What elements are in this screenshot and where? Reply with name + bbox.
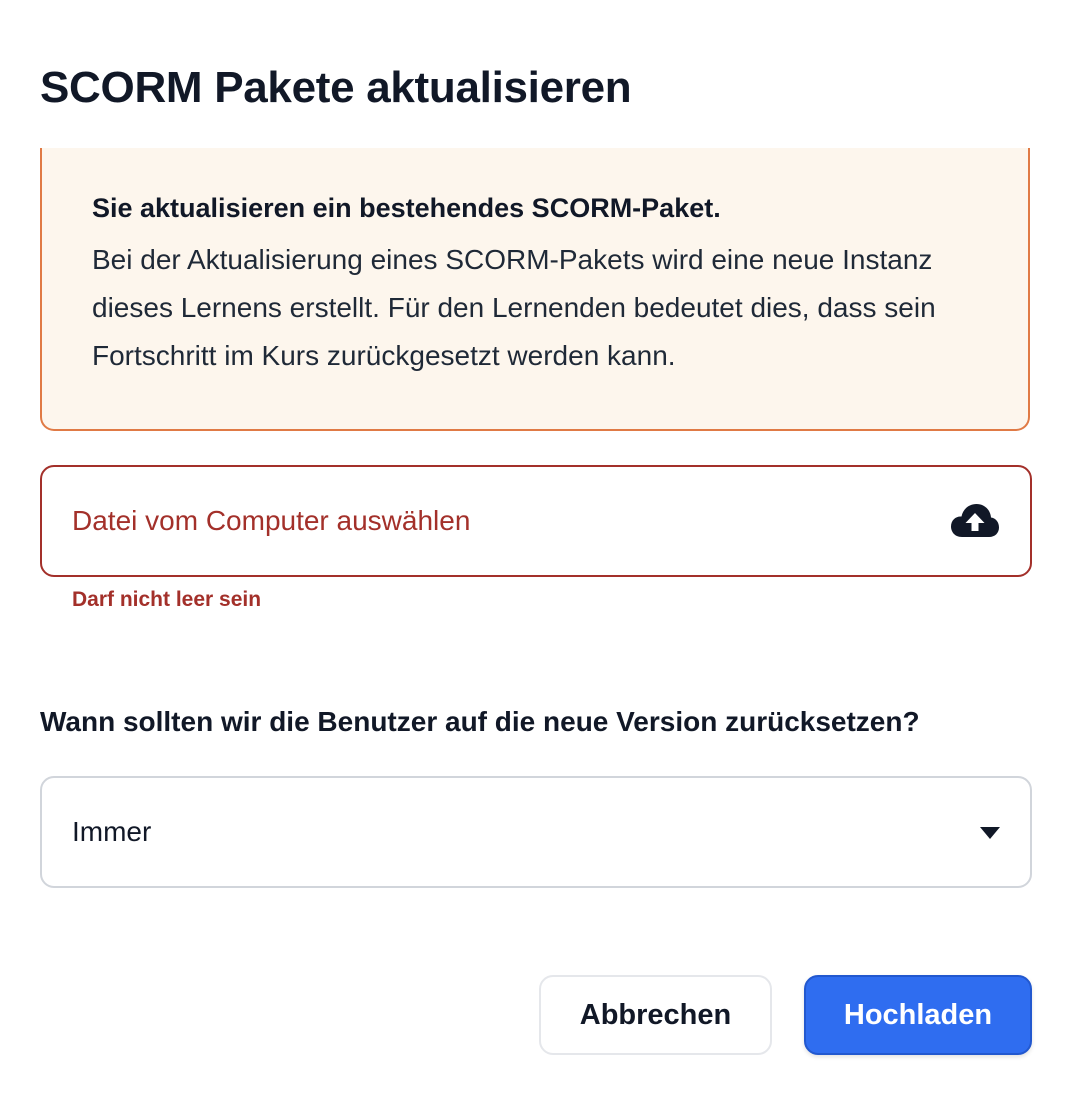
warning-heading: Sie aktualisieren ein bestehendes SCORM-… (92, 193, 721, 223)
file-error-message: Darf nicht leer sein (72, 588, 262, 611)
warning-body: Bei der Aktualisierung eines SCORM-Paket… (92, 244, 936, 371)
cloud-upload-icon[interactable] (950, 501, 1000, 541)
warning-callout: Sie aktualisieren ein bestehendes SCORM-… (40, 148, 1030, 431)
upload-button[interactable]: Hochladen (804, 975, 1032, 1055)
update-scorm-dialog: SCORM Pakete aktualisieren Sie aktualisi… (0, 0, 1088, 1100)
reset-timing-value: Immer (72, 816, 152, 847)
cancel-button[interactable]: Abbrechen (539, 975, 772, 1055)
caret-down-icon (980, 826, 1000, 839)
dialog-title: SCORM Pakete aktualisieren (40, 63, 632, 112)
file-upload-placeholder: Datei vom Computer auswählen (72, 505, 471, 536)
reset-timing-select[interactable]: Immer (40, 776, 1032, 888)
file-upload-field[interactable]: Datei vom Computer auswählen (40, 465, 1032, 577)
reset-question-label: Wann sollten wir die Benutzer auf die ne… (40, 706, 920, 737)
